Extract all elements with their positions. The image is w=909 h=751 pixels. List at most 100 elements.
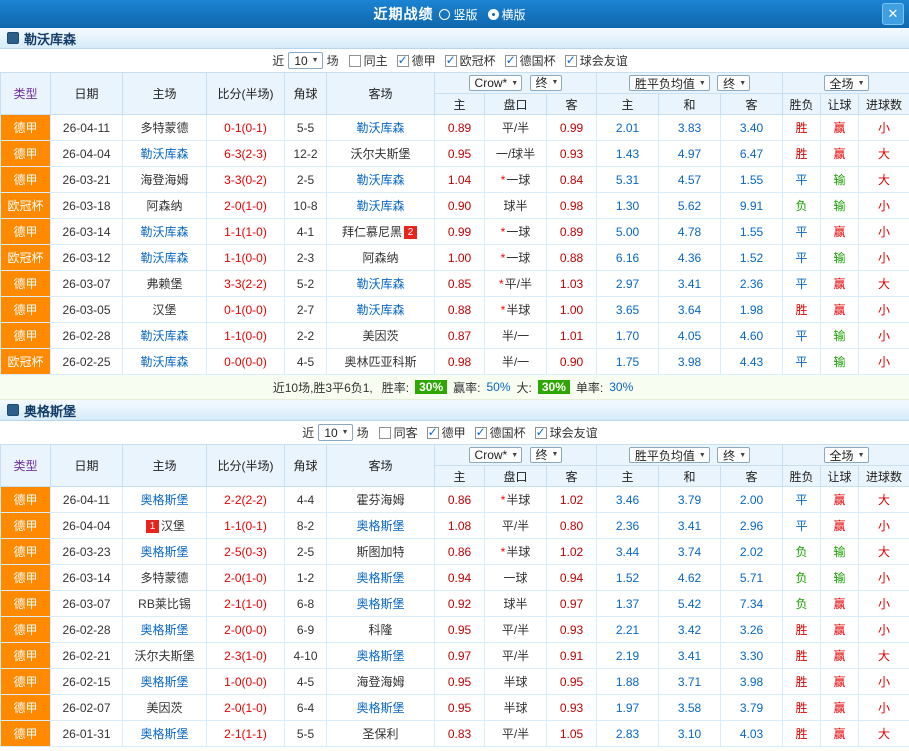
layout-radio[interactable]: 竖版 xyxy=(439,6,477,23)
odds-source-select[interactable]: Crow*▼ xyxy=(469,447,523,463)
let-result-cell: 输 xyxy=(821,349,859,375)
date-cell: 26-02-07 xyxy=(51,695,123,721)
handicap-cell: 平/半 xyxy=(485,513,547,539)
away-odds-cell: 0.93 xyxy=(547,617,597,643)
filter-checkbox[interactable]: 球会友谊 xyxy=(565,52,628,69)
league-type-cell: 德甲 xyxy=(1,167,51,193)
avg-away-cell: 3.40 xyxy=(721,115,783,141)
layout-radio[interactable]: 横版 xyxy=(488,6,526,23)
handicap-cell: 半/一 xyxy=(485,349,547,375)
avg-final-select[interactable]: 终▼ xyxy=(717,75,750,91)
team-name: 奥格斯堡 xyxy=(356,701,404,715)
checkbox-checked-icon[interactable] xyxy=(427,427,439,439)
handicap-text: 半/一 xyxy=(502,329,529,343)
checkbox-checked-icon[interactable] xyxy=(397,55,409,67)
avg-home-cell: 1.97 xyxy=(597,695,659,721)
col-avg-draw: 和 xyxy=(659,94,721,115)
checkbox-unchecked-icon[interactable] xyxy=(379,427,391,439)
layout-radio-group: 竖版横版 xyxy=(439,6,535,23)
filter-checkbox[interactable]: 同客 xyxy=(379,424,418,441)
checkbox-unchecked-icon[interactable] xyxy=(349,55,361,67)
table-row: 德甲26-01-31奥格斯堡2-1(1-1)5-5圣保利0.83平/半1.052… xyxy=(1,721,909,747)
handicap-cell: *半球 xyxy=(485,487,547,513)
away-team-cell: 奥格斯堡 xyxy=(327,513,435,539)
score-cell: 2-3(1-0) xyxy=(207,643,285,669)
team-name: 勒沃库森 xyxy=(140,329,188,343)
avg-home-cell: 2.21 xyxy=(597,617,659,643)
match-count-select[interactable]: 10▼ xyxy=(318,424,352,441)
home-team-cell: 弗赖堡 xyxy=(123,271,207,297)
team-name: 奥格斯堡 xyxy=(140,493,188,507)
avg-select[interactable]: 胜平负均值▼ xyxy=(629,75,710,91)
date-cell: 26-03-07 xyxy=(51,271,123,297)
away-team-cell: 圣保利 xyxy=(327,721,435,747)
filter-checkbox[interactable]: 球会友谊 xyxy=(535,424,598,441)
avg-final-select[interactable]: 终▼ xyxy=(717,447,750,463)
avg-select[interactable]: 胜平负均值▼ xyxy=(629,447,710,463)
radio-icon xyxy=(439,9,450,20)
filter-checkbox[interactable]: 德甲 xyxy=(397,52,436,69)
checkbox-checked-icon[interactable] xyxy=(535,427,547,439)
chevron-down-icon: ▼ xyxy=(739,452,746,459)
filter-checkbox[interactable]: 德甲 xyxy=(427,424,466,441)
checkbox-checked-icon[interactable] xyxy=(445,55,457,67)
team-name: 奥林匹亚科斯 xyxy=(344,355,416,369)
checkbox-checked-icon[interactable] xyxy=(475,427,487,439)
let-result-cell: 赢 xyxy=(821,297,859,323)
handicap-cell: 半球 xyxy=(485,695,547,721)
avg-final-value: 终 xyxy=(723,75,735,92)
odds-final-select[interactable]: 终▼ xyxy=(530,75,563,91)
away-team-cell: 美因茨 xyxy=(327,323,435,349)
home-team-cell: 奥格斯堡 xyxy=(123,617,207,643)
home-team-cell: 阿森纳 xyxy=(123,193,207,219)
scope-select[interactable]: 全场▼ xyxy=(824,75,869,91)
filter-checkbox[interactable]: 同主 xyxy=(349,52,388,69)
chevron-down-icon: ▼ xyxy=(312,57,319,64)
corner-cell: 2-2 xyxy=(285,323,327,349)
avg-away-cell: 2.36 xyxy=(721,271,783,297)
handicap-cell: 一球 xyxy=(485,565,547,591)
handicap-text: 半球 xyxy=(506,545,530,559)
handicap-text: 一球 xyxy=(506,173,530,187)
result-cell: 平 xyxy=(783,271,821,297)
odds-source-value: Crow* xyxy=(475,76,508,90)
scope-select[interactable]: 全场▼ xyxy=(824,447,869,463)
table-row: 德甲26-03-21海登海姆3-3(0-2)2-5勒沃库森1.04*一球0.84… xyxy=(1,167,909,193)
score-cell: 2-1(1-0) xyxy=(207,591,285,617)
favorite-star: * xyxy=(501,303,506,317)
odds-source-select[interactable]: Crow*▼ xyxy=(469,75,523,91)
odds-source-value: Crow* xyxy=(475,448,508,462)
col-handicap: 盘口 xyxy=(485,94,547,115)
goals-result-cell: 小 xyxy=(859,513,909,539)
filter-checkbox[interactable]: 德国杯 xyxy=(475,424,526,441)
odds-final-select[interactable]: 终▼ xyxy=(530,447,563,463)
result-cell: 平 xyxy=(783,219,821,245)
filter-checkbox[interactable]: 德国杯 xyxy=(505,52,556,69)
col-handicap: 盘口 xyxy=(485,466,547,487)
avg-draw-cell: 4.78 xyxy=(659,219,721,245)
handicap-text: 一球 xyxy=(503,571,527,585)
handicap-text: 半球 xyxy=(506,493,530,507)
team-name: 多特蒙德 xyxy=(140,571,188,585)
away-team-cell: 斯图加特 xyxy=(327,539,435,565)
scope-group-header: 全场▼ xyxy=(783,73,909,94)
col-corner: 角球 xyxy=(285,445,327,487)
match-count-select[interactable]: 10▼ xyxy=(288,52,322,69)
checkbox-checked-icon[interactable] xyxy=(565,55,577,67)
col-type: 类型 xyxy=(1,445,51,487)
handicap-text: 半球 xyxy=(506,303,530,317)
corner-cell: 12-2 xyxy=(285,141,327,167)
team-name: 沃尔夫斯堡 xyxy=(134,649,194,663)
odds-group-header: Crow*▼ 终▼ xyxy=(435,73,597,94)
avg-select-value: 胜平负均值 xyxy=(635,447,695,464)
handicap-cell: 球半 xyxy=(485,193,547,219)
filter-checkbox[interactable]: 欧冠杯 xyxy=(445,52,496,69)
scope-select-value: 全场 xyxy=(830,447,854,464)
col-avg-home: 主 xyxy=(597,466,659,487)
close-button[interactable]: ✕ xyxy=(882,3,904,25)
avg-away-cell: 3.26 xyxy=(721,617,783,643)
home-team-cell: 勒沃库森 xyxy=(123,323,207,349)
let-result-cell: 赢 xyxy=(821,643,859,669)
corner-cell: 2-5 xyxy=(285,539,327,565)
checkbox-checked-icon[interactable] xyxy=(505,55,517,67)
